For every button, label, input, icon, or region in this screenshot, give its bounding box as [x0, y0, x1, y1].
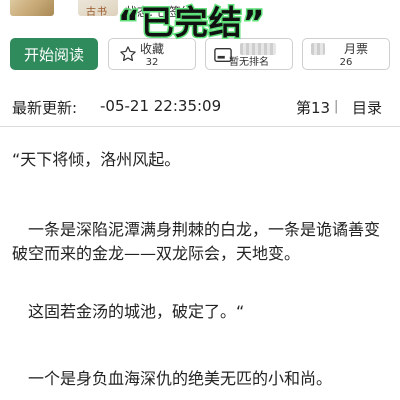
completed-stamp: “已完结”	[116, 3, 266, 42]
favorite-button[interactable]: 收藏 32	[108, 38, 196, 70]
monthly-ticket-count: 26	[339, 57, 353, 68]
book-cover-image[interactable]	[10, 0, 54, 16]
monthly-ticket-label: 月票	[343, 42, 368, 56]
monthly-ticket-button[interactable]: 月票 26	[302, 38, 390, 70]
latest-update-label: 最新更新:	[12, 99, 78, 117]
start-reading-button[interactable]: 开始阅读	[10, 38, 98, 70]
table-of-contents-button[interactable]: 目录	[352, 97, 382, 118]
favorite-label: 收藏	[139, 42, 164, 56]
cover-title-text: 古书	[86, 7, 108, 18]
content-paragraph: “天下将倾，洛州风起。	[12, 150, 181, 169]
content-paragraph: 一个是身负血海深仇的绝美无匹的小和尚。	[28, 369, 333, 388]
rank-button[interactable]: 暂无排名	[205, 38, 293, 70]
section-divider	[0, 126, 400, 127]
content-paragraph: 这固若金汤的城池，破定了。“	[28, 302, 245, 321]
content-paragraph: 一条是深陷泥潭满身荆棘的白龙，一条是诡谲善变破空而来的金龙——双龙际会，天地变。	[12, 220, 381, 263]
latest-update-time: -05-21 22:35:09	[100, 97, 222, 115]
latest-update-bar: 最新更新: -05-21 22:35:09 第13 | 目录	[0, 92, 400, 122]
favorite-count: 32	[145, 57, 159, 68]
rank-value: 暂无排名	[229, 57, 269, 68]
divider: |	[334, 99, 339, 114]
latest-chapter-link[interactable]: 第13	[296, 97, 330, 118]
